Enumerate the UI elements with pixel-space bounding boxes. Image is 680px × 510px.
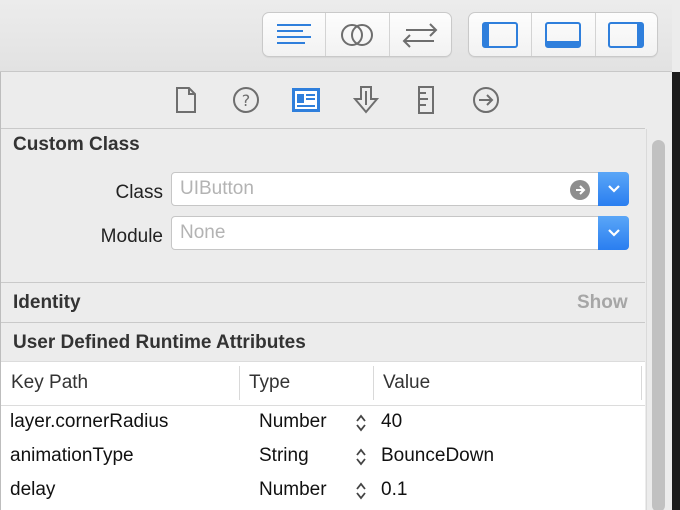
utilities-toggle-icon[interactable] (596, 13, 657, 56)
key-path-cell[interactable]: layer.cornerRadius (10, 411, 168, 433)
type-popup-stepper-icon[interactable] (354, 447, 368, 473)
type-popup-stepper-icon[interactable] (354, 413, 368, 439)
table-row[interactable]: layer.cornerRadius Number 40 (1, 406, 645, 440)
identity-section-title: Identity (13, 292, 81, 313)
column-header-value[interactable]: Value (383, 372, 430, 394)
type-cell[interactable]: String (259, 445, 309, 467)
utilities-inspector-panel: ? Custom Class Class UIButton Module Non… (0, 72, 672, 510)
module-dropdown-chevron-icon[interactable] (598, 216, 629, 250)
go-to-class-arrow-icon[interactable] (570, 180, 590, 200)
module-label: Module (100, 226, 163, 247)
runtime-attributes-table: Key Path Type Value layer.cornerRadius N… (1, 361, 645, 510)
identity-show-button[interactable]: Show (577, 292, 628, 314)
debug-area-toggle-icon[interactable] (532, 13, 596, 56)
file-inspector-icon[interactable] (171, 85, 201, 115)
column-header-key-path[interactable]: Key Path (11, 372, 88, 394)
runtime-attributes-section-title: User Defined Runtime Attributes (13, 332, 306, 353)
identity-inspector-icon[interactable] (291, 85, 321, 115)
table-header-row: Key Path Type Value (1, 362, 645, 406)
attributes-inspector-icon[interactable] (351, 85, 381, 115)
table-row[interactable]: animationType String BounceDown (1, 440, 645, 474)
version-editor-icon[interactable] (390, 13, 451, 56)
type-popup-stepper-icon[interactable] (354, 481, 368, 507)
quick-help-icon[interactable]: ? (231, 85, 261, 115)
module-combo-box[interactable]: None (171, 216, 629, 250)
value-cell[interactable]: BounceDown (381, 445, 494, 467)
connections-inspector-icon[interactable] (471, 85, 501, 115)
column-separator (641, 366, 642, 400)
window-edge (672, 0, 680, 72)
column-separator (373, 366, 374, 400)
class-field-placeholder: UIButton (180, 178, 254, 199)
custom-class-section-title: Custom Class (13, 134, 140, 155)
class-dropdown-chevron-icon[interactable] (598, 172, 629, 206)
value-cell[interactable]: 40 (381, 411, 402, 433)
table-row[interactable]: delay Number 0.1 (1, 474, 645, 508)
column-header-type[interactable]: Type (249, 372, 290, 394)
section-divider (1, 282, 645, 283)
inspector-scrollbar-thumb[interactable] (652, 140, 665, 510)
window-toolbar (0, 0, 672, 72)
class-label: Class (115, 182, 163, 203)
value-cell[interactable]: 0.1 (381, 479, 407, 501)
navigator-toggle-icon[interactable] (469, 13, 533, 56)
assistant-editor-icon[interactable] (326, 13, 390, 56)
module-field-placeholder: None (180, 222, 226, 243)
column-separator (239, 366, 240, 400)
class-combo-box[interactable]: UIButton (171, 172, 629, 206)
svg-text:?: ? (242, 91, 251, 110)
desktop-background (672, 0, 680, 510)
key-path-cell[interactable]: animationType (10, 445, 134, 467)
size-inspector-icon[interactable] (411, 85, 441, 115)
standard-editor-icon[interactable] (263, 13, 327, 56)
panel-visibility-segmented-control (468, 12, 658, 57)
key-path-cell[interactable]: delay (10, 479, 55, 501)
section-divider (1, 322, 645, 323)
type-cell[interactable]: Number (259, 411, 327, 433)
inspector-tab-bar: ? (1, 72, 645, 129)
type-cell[interactable]: Number (259, 479, 327, 501)
editor-mode-segmented-control (262, 12, 452, 57)
